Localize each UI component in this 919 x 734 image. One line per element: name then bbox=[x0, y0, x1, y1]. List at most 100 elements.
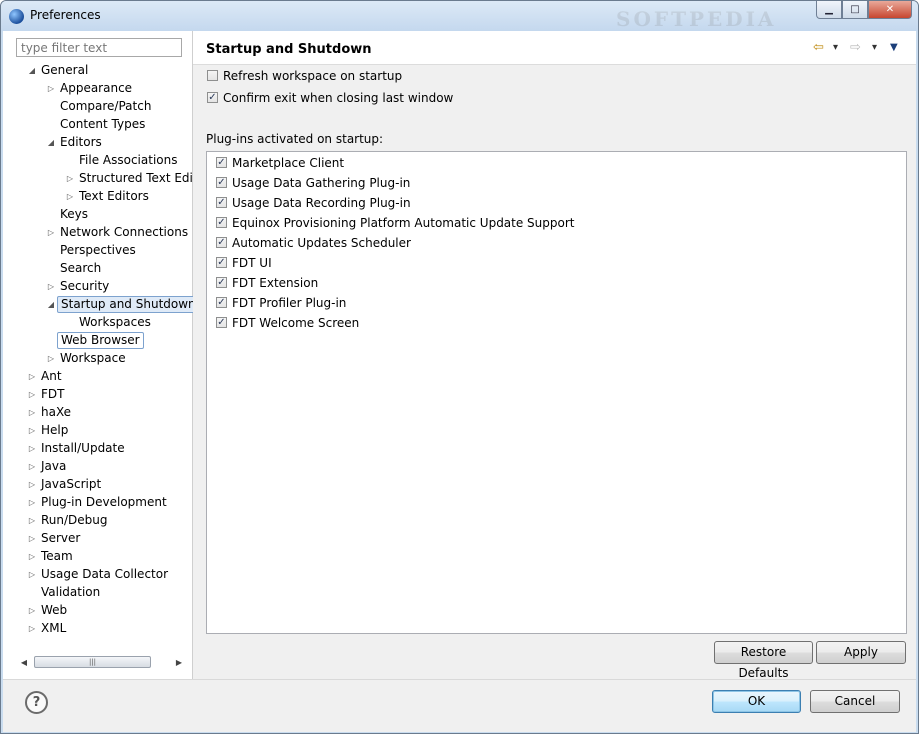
tree-item-install-update[interactable]: ▷ Install/Update bbox=[3, 440, 192, 457]
checkbox-unchecked[interactable] bbox=[207, 70, 218, 81]
minimize-icon: ▁ bbox=[825, 4, 833, 15]
tree-item-file-associations[interactable]: File Associations bbox=[3, 152, 192, 169]
scroll-left-arrow-icon[interactable]: ◀ bbox=[18, 656, 30, 669]
collapsed-twisty-icon[interactable]: ▷ bbox=[65, 188, 75, 205]
tree-item-text-editors[interactable]: ▷ Text Editors bbox=[3, 188, 192, 205]
collapsed-twisty-icon[interactable]: ▷ bbox=[27, 620, 37, 637]
checkbox-checked[interactable]: ✓ bbox=[216, 257, 227, 268]
tree-item-security[interactable]: ▷ Security bbox=[3, 278, 192, 295]
plugin-row-usage-data-recording-plug-in[interactable]: ✓ Usage Data Recording Plug-in bbox=[216, 195, 816, 212]
sidebar-horizontal-scrollbar[interactable]: ◀ ||| ▶ bbox=[18, 654, 185, 671]
apply-button[interactable]: Apply bbox=[816, 641, 906, 664]
tree-item-label: Compare/Patch bbox=[60, 99, 152, 113]
collapsed-twisty-icon[interactable]: ▷ bbox=[27, 440, 37, 457]
plugin-row-fdt-welcome-screen[interactable]: ✓ FDT Welcome Screen bbox=[216, 315, 816, 332]
collapsed-twisty-icon[interactable]: ▷ bbox=[27, 458, 37, 475]
collapsed-twisty-icon[interactable]: ▷ bbox=[27, 368, 37, 385]
tree-item-web-browser[interactable]: Web Browser bbox=[3, 332, 192, 349]
expanded-twisty-icon[interactable]: ◢ bbox=[27, 62, 37, 79]
close-button[interactable]: ✕ bbox=[868, 1, 912, 19]
filter-input[interactable] bbox=[16, 38, 182, 57]
collapsed-twisty-icon[interactable]: ▷ bbox=[27, 404, 37, 421]
plugin-row-marketplace-client[interactable]: ✓ Marketplace Client bbox=[216, 155, 816, 172]
plugin-row-equinox-provisioning-platform-automatic-update-support[interactable]: ✓ Equinox Provisioning Platform Automatic… bbox=[216, 215, 816, 232]
tree-item-content-types[interactable]: Content Types bbox=[3, 116, 192, 133]
collapsed-twisty-icon[interactable]: ▷ bbox=[27, 386, 37, 403]
tree-item-structured-text-edit[interactable]: ▷ Structured Text Edit bbox=[3, 170, 198, 187]
title-bar[interactable]: Preferences SOFTPEDIA ▁ □ ✕ bbox=[1, 1, 918, 31]
checkbox-checked[interactable]: ✓ bbox=[216, 217, 227, 228]
collapsed-twisty-icon[interactable]: ▷ bbox=[27, 602, 37, 619]
collapsed-twisty-icon[interactable]: ▷ bbox=[27, 494, 37, 511]
tree-item-usage-data-collector[interactable]: ▷ Usage Data Collector bbox=[3, 566, 192, 583]
checkbox-checked[interactable]: ✓ bbox=[216, 317, 227, 328]
tree-item-web[interactable]: ▷ Web bbox=[3, 602, 192, 619]
expanded-twisty-icon[interactable]: ◢ bbox=[46, 134, 56, 151]
option-row-confirm-exit-when-closing-last-window[interactable]: ✓ Confirm exit when closing last window bbox=[207, 90, 807, 107]
back-menu-icon[interactable]: ▾ bbox=[833, 40, 838, 56]
plugin-row-automatic-updates-scheduler[interactable]: ✓ Automatic Updates Scheduler bbox=[216, 235, 816, 252]
checkbox-checked[interactable]: ✓ bbox=[207, 92, 218, 103]
tree-item-search[interactable]: Search bbox=[3, 260, 192, 277]
tree-item-fdt[interactable]: ▷ FDT bbox=[3, 386, 192, 403]
plugin-row-fdt-extension[interactable]: ✓ FDT Extension bbox=[216, 275, 816, 292]
collapsed-twisty-icon[interactable]: ▷ bbox=[27, 530, 37, 547]
checkbox-label: FDT Welcome Screen bbox=[232, 316, 360, 330]
tree-item-workspace[interactable]: ▷ Workspace bbox=[3, 350, 192, 367]
collapsed-twisty-icon[interactable]: ▷ bbox=[46, 80, 56, 97]
checkbox-checked[interactable]: ✓ bbox=[216, 177, 227, 188]
forward-menu-icon[interactable]: ▾ bbox=[872, 40, 877, 56]
tree-item-server[interactable]: ▷ Server bbox=[3, 530, 192, 547]
view-menu-icon[interactable]: ▼ bbox=[890, 40, 898, 56]
collapsed-twisty-icon[interactable]: ▷ bbox=[27, 566, 37, 583]
tree-item-plug-in-development[interactable]: ▷ Plug-in Development bbox=[3, 494, 192, 511]
tree-item-validation[interactable]: Validation bbox=[3, 584, 192, 601]
checkbox-checked[interactable]: ✓ bbox=[216, 237, 227, 248]
expanded-twisty-icon[interactable]: ◢ bbox=[46, 296, 56, 313]
tree-item-xml[interactable]: ▷ XML bbox=[3, 620, 192, 637]
scroll-right-arrow-icon[interactable]: ▶ bbox=[173, 656, 185, 669]
maximize-button[interactable]: □ bbox=[842, 1, 868, 19]
tree-item-run-debug[interactable]: ▷ Run/Debug bbox=[3, 512, 192, 529]
forward-arrow-icon[interactable]: ⇨ bbox=[850, 40, 861, 56]
plugin-row-fdt-ui[interactable]: ✓ FDT UI bbox=[216, 255, 816, 272]
collapsed-twisty-icon[interactable]: ▷ bbox=[27, 548, 37, 565]
checkbox-checked[interactable]: ✓ bbox=[216, 297, 227, 308]
checkbox-label: FDT UI bbox=[232, 256, 272, 270]
tree-item-general[interactable]: ◢ General bbox=[3, 62, 192, 79]
minimize-button[interactable]: ▁ bbox=[816, 1, 842, 19]
checkbox-checked[interactable]: ✓ bbox=[216, 157, 227, 168]
collapsed-twisty-icon[interactable]: ▷ bbox=[65, 170, 75, 187]
tree-item-javascript[interactable]: ▷ JavaScript bbox=[3, 476, 192, 493]
tree-item-perspectives[interactable]: Perspectives bbox=[3, 242, 192, 259]
checkbox-checked[interactable]: ✓ bbox=[216, 277, 227, 288]
option-row-refresh-workspace-on-startup[interactable]: Refresh workspace on startup bbox=[207, 68, 807, 85]
collapsed-twisty-icon[interactable]: ▷ bbox=[46, 350, 56, 367]
tree-item-appearance[interactable]: ▷ Appearance bbox=[3, 80, 192, 97]
help-icon[interactable]: ? bbox=[25, 691, 48, 714]
tree-item-help[interactable]: ▷ Help bbox=[3, 422, 192, 439]
tree-item-haxe[interactable]: ▷ haXe bbox=[3, 404, 192, 421]
plugin-row-usage-data-gathering-plug-in[interactable]: ✓ Usage Data Gathering Plug-in bbox=[216, 175, 816, 192]
tree-item-compare-patch[interactable]: Compare/Patch bbox=[3, 98, 192, 115]
checkbox-checked[interactable]: ✓ bbox=[216, 197, 227, 208]
tree-item-team[interactable]: ▷ Team bbox=[3, 548, 192, 565]
tree-item-editors[interactable]: ◢ Editors bbox=[3, 134, 192, 151]
tree-item-network-connections[interactable]: ▷ Network Connections bbox=[3, 224, 192, 241]
tree-item-startup-and-shutdown[interactable]: ◢ Startup and Shutdown bbox=[3, 296, 200, 313]
ok-button[interactable]: OK bbox=[712, 690, 801, 713]
tree-item-java[interactable]: ▷ Java bbox=[3, 458, 192, 475]
collapsed-twisty-icon[interactable]: ▷ bbox=[46, 224, 56, 241]
plugin-row-fdt-profiler-plug-in[interactable]: ✓ FDT Profiler Plug-in bbox=[216, 295, 816, 312]
collapsed-twisty-icon[interactable]: ▷ bbox=[27, 512, 37, 529]
tree-item-keys[interactable]: Keys bbox=[3, 206, 192, 223]
tree-item-ant[interactable]: ▷ Ant bbox=[3, 368, 192, 385]
back-arrow-icon[interactable]: ⇦ bbox=[813, 40, 824, 56]
collapsed-twisty-icon[interactable]: ▷ bbox=[27, 476, 37, 493]
tree-item-workspaces[interactable]: Workspaces bbox=[3, 314, 192, 331]
cancel-button[interactable]: Cancel bbox=[810, 690, 900, 713]
restore-defaults-button[interactable]: Restore Defaults bbox=[714, 641, 813, 680]
collapsed-twisty-icon[interactable]: ▷ bbox=[27, 422, 37, 439]
collapsed-twisty-icon[interactable]: ▷ bbox=[46, 278, 56, 295]
scrollbar-thumb[interactable]: ||| bbox=[34, 656, 151, 668]
